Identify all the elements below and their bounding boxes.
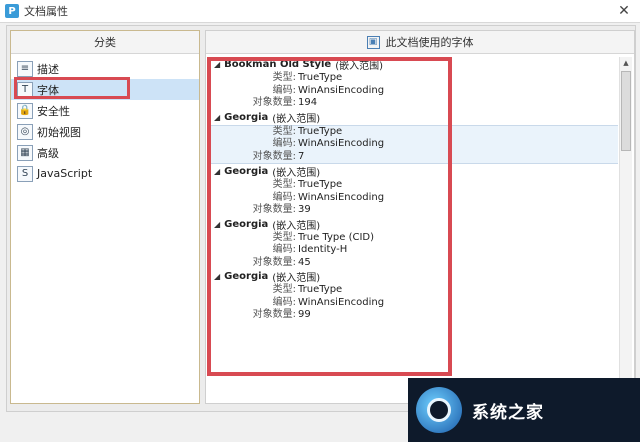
font-embed-suffix: (嵌入范围) (272, 273, 321, 284)
category-item-security[interactable]: 🔒 安全性 (11, 100, 199, 121)
category-item-initial-view[interactable]: ◎ 初始视图 (11, 121, 199, 142)
font-encoding: WinAnsiEncoding (298, 296, 385, 308)
title-bar: P 文档属性 ✕ (0, 0, 640, 23)
font-details-selected: 类型: TrueType 编码: WinAnsiEncoding 对象数量: 7 (208, 124, 618, 164)
fonts-header-label: 此文档使用的字体 (385, 36, 474, 49)
collapse-triangle-icon[interactable]: ◢ (214, 60, 220, 69)
site-watermark: 系统之家 (408, 378, 640, 442)
app-logo-icon: P (5, 4, 19, 18)
font-embed-suffix: (嵌入范围) (272, 113, 321, 125)
type-label: 类型: (272, 231, 296, 243)
font-encoding: WinAnsiEncoding (298, 84, 385, 96)
font-group[interactable]: ◢ Georgia (嵌入范围) 类型: TrueType 编码: WinAnsiE… (208, 269, 618, 322)
font-embed-suffix: (嵌入范围) (272, 168, 321, 179)
category-item-advanced[interactable]: ▦ 高级 (11, 142, 199, 163)
encoding-label: 编码: (272, 191, 296, 203)
font-type: TrueType (298, 72, 343, 83)
font-type: TrueType (298, 125, 343, 137)
javascript-icon: S (17, 165, 33, 182)
font-group-header[interactable]: ◢ Georgia (嵌入范围) (208, 269, 618, 284)
category-label: 初始视图 (37, 125, 81, 139)
fonts-header: ▣ 此文档使用的字体 (206, 31, 634, 54)
font-embed-suffix: (嵌入范围) (335, 61, 384, 72)
watermark-logo-icon (416, 387, 462, 433)
font-name: Georgia (224, 111, 269, 123)
font-name: Georgia (224, 166, 269, 177)
close-button[interactable]: ✕ (616, 3, 632, 19)
font-list: ◢ Bookman Old Style (嵌入范围) 类型: TrueType 编… (208, 57, 618, 400)
count-label: 对象数量: (252, 97, 296, 108)
font-encoding: WinAnsiEncoding (298, 191, 385, 203)
font-count: 7 (298, 150, 305, 162)
count-label: 对象数量: (252, 204, 296, 215)
font-count: 194 (298, 97, 318, 108)
font-group-header[interactable]: ◢ Georgia (嵌入范围) (208, 110, 618, 125)
font-details: 类型: TrueType 编码: WinAnsiEncoding 对象数量: 194 (208, 72, 618, 110)
type-label: 类型: (272, 72, 296, 83)
scroll-up-arrow-icon[interactable]: ▲ (620, 57, 632, 69)
encoding-label: 编码: (272, 84, 296, 96)
font-name: Bookman Old Style (224, 59, 332, 70)
type-label: 类型: (272, 179, 296, 190)
description-icon: ≡ (17, 60, 33, 77)
font-encoding: WinAnsiEncoding (298, 138, 385, 149)
collapse-triangle-icon[interactable]: ◢ (214, 113, 220, 122)
font-type: True Type (CID) (298, 231, 375, 243)
collapse-triangle-icon[interactable]: ◢ (214, 272, 220, 281)
category-label: JavaScript (37, 167, 93, 180)
encoding-label: 编码: (272, 296, 296, 308)
count-label: 对象数量: (252, 256, 296, 268)
type-label: 类型: (272, 125, 296, 137)
vertical-scrollbar[interactable]: ▲ (619, 57, 632, 400)
font-count: 39 (298, 204, 311, 215)
encoding-label: 编码: (272, 244, 296, 255)
count-label: 对象数量: (252, 309, 296, 320)
count-label: 对象数量: (252, 150, 296, 162)
encoding-label: 编码: (272, 138, 296, 149)
category-pane: 分类 ≡ 描述 T 字体 🔒 安全性 ◎ 初始视图 ▦ 高级 S JavaScr… (10, 30, 200, 404)
category-item-fonts[interactable]: T 字体 (11, 77, 199, 100)
font-type: TrueType (298, 284, 343, 295)
fonts-pane: ▣ 此文档使用的字体 ◢ Bookman Old Style (嵌入范围) 类型… (205, 30, 635, 404)
font-encoding: Identity-H (298, 244, 348, 255)
font-group[interactable]: ◢ Georgia (嵌入范围) 类型: TrueType 编码: WinAnsiE… (208, 164, 618, 217)
category-header: 分类 (11, 31, 199, 54)
font-group[interactable]: ◢ Bookman Old Style (嵌入范围) 类型: TrueType 编… (208, 57, 618, 110)
collapse-triangle-icon[interactable]: ◢ (214, 220, 220, 229)
collapse-triangle-icon[interactable]: ◢ (214, 167, 220, 176)
font-count: 99 (298, 309, 311, 320)
font-details: 类型: TrueType 编码: WinAnsiEncoding 对象数量: 99 (208, 284, 618, 322)
font-embed-suffix: (嵌入范围) (272, 220, 321, 232)
font-icon: T (17, 81, 33, 98)
font-group-header[interactable]: ◢ Georgia (嵌入范围) (208, 217, 618, 232)
font-group-header[interactable]: ◢ Bookman Old Style (嵌入范围) (208, 57, 618, 72)
font-type: TrueType (298, 179, 343, 190)
font-details: 类型: TrueType 编码: WinAnsiEncoding 对象数量: 39 (208, 179, 618, 217)
watermark-text: 系统之家 (472, 402, 544, 423)
window-title: 文档属性 (24, 5, 68, 18)
type-label: 类型: (272, 284, 296, 295)
initial-view-icon: ◎ (17, 123, 33, 140)
category-item-javascript[interactable]: S JavaScript (11, 163, 199, 184)
font-count: 45 (298, 256, 311, 268)
font-group-header[interactable]: ◢ Georgia (嵌入范围) (208, 164, 618, 179)
category-item-description[interactable]: ≡ 描述 (11, 58, 199, 79)
category-label: 描述 (37, 62, 59, 76)
category-label: 安全性 (37, 104, 70, 118)
font-details: 类型: True Type (CID) 编码: Identity-H 对象数量: 45 (208, 232, 618, 270)
category-label: 高级 (37, 146, 59, 160)
category-label: 字体 (37, 83, 59, 97)
advanced-icon: ▦ (17, 144, 33, 161)
font-name: Georgia (224, 271, 269, 282)
font-group[interactable]: ◢ Georgia (嵌入范围) 类型: TrueType 编码: WinAnsiE… (208, 110, 618, 164)
category-list: ≡ 描述 T 字体 🔒 安全性 ◎ 初始视图 ▦ 高级 S JavaScript (11, 58, 199, 184)
font-group[interactable]: ◢ Georgia (嵌入范围) 类型: True Type (CID) 编码: I… (208, 217, 618, 270)
document-fonts-icon: ▣ (366, 35, 380, 49)
font-name: Georgia (224, 218, 269, 230)
lock-icon: 🔒 (17, 102, 33, 119)
scroll-thumb[interactable] (621, 71, 631, 151)
